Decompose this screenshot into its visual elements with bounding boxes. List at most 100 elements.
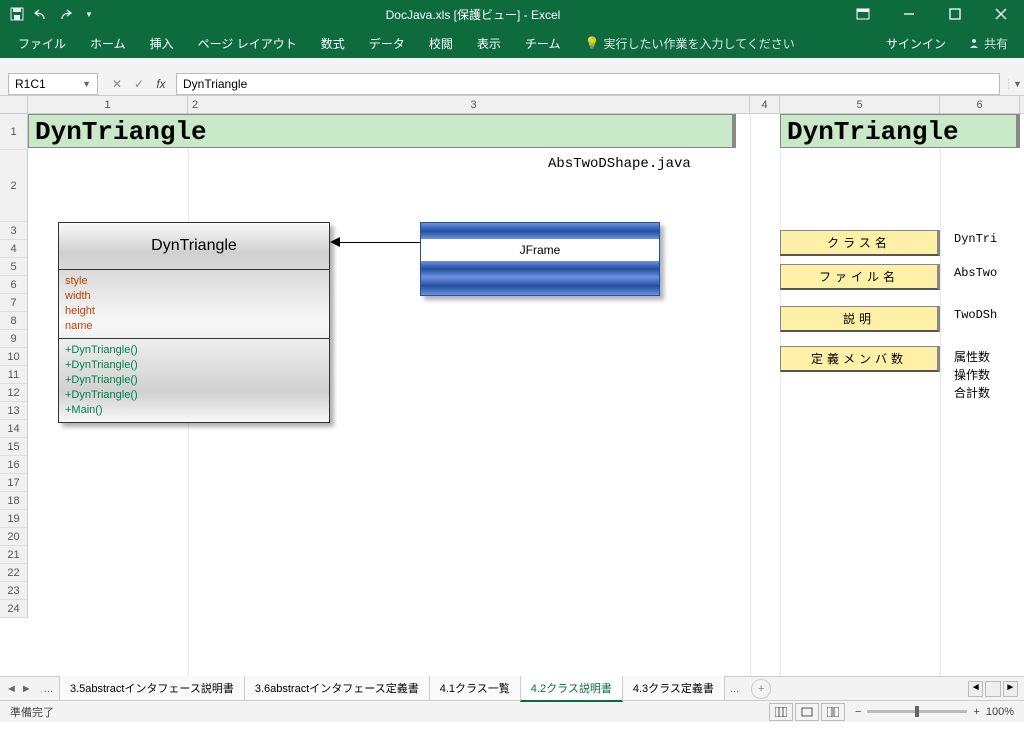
cell-header-main[interactable]: DynTriangle — [28, 114, 736, 148]
row-header[interactable]: 16 — [0, 456, 28, 474]
uml-op: +DynTriangle() — [65, 388, 323, 403]
cell-value: TwoDSh — [954, 308, 997, 322]
sheet-tab-active[interactable]: 4.2クラス説明書 — [520, 676, 623, 702]
uml-attr: height — [65, 304, 323, 319]
select-all-corner[interactable] — [0, 96, 28, 113]
tab-nav-next-icon[interactable]: ► — [21, 683, 32, 695]
formula-value: DynTriangle — [183, 77, 247, 91]
view-pagelayout-icon[interactable] — [795, 703, 819, 721]
save-icon[interactable] — [8, 5, 26, 23]
col-header[interactable]: 1 — [28, 96, 188, 113]
cancel-icon[interactable]: ✕ — [108, 77, 126, 91]
tab-overflow-right[interactable]: ... — [724, 683, 745, 695]
fx-icon[interactable]: fx — [152, 77, 170, 91]
hscroll-track[interactable] — [985, 681, 1000, 697]
tab-pagelayout[interactable]: ページ レイアウト — [186, 28, 309, 58]
zoom-slider[interactable] — [867, 710, 967, 713]
tab-team[interactable]: チーム — [513, 28, 573, 58]
tab-formulas[interactable]: 数式 — [309, 28, 357, 58]
row-header[interactable]: 7 — [0, 294, 28, 312]
row-header[interactable]: 8 — [0, 312, 28, 330]
ribbon-display-icon[interactable] — [840, 0, 886, 28]
tab-file[interactable]: ファイル — [6, 28, 78, 58]
col-header: 2 3 — [188, 96, 750, 113]
zoom-in-button[interactable]: + — [973, 706, 979, 718]
hscroll-right-icon[interactable]: ► — [1003, 681, 1018, 697]
row-header[interactable]: 5 — [0, 258, 28, 276]
undo-icon[interactable] — [32, 5, 50, 23]
row-headers: 1 2 3 4 5 6 7 8 9 10 11 12 13 14 15 16 1… — [0, 114, 28, 618]
name-box[interactable]: R1C1 ▼ — [8, 73, 98, 95]
share-icon — [968, 37, 980, 49]
redo-icon[interactable] — [56, 5, 74, 23]
row-header[interactable]: 24 — [0, 600, 28, 618]
tab-overflow-left[interactable]: ... — [38, 683, 59, 695]
tellme[interactable]: 💡 実行したい作業を入力してください — [572, 28, 806, 58]
spreadsheet-grid[interactable]: 1 2 3 4 5 6 1 2 3 4 5 6 7 8 9 10 11 12 1… — [0, 96, 1024, 676]
uml-class-box[interactable]: DynTriangle style width height name +Dyn… — [58, 222, 330, 423]
minimize-icon[interactable] — [886, 0, 932, 28]
uml-attr: name — [65, 319, 323, 334]
label-members[interactable]: 定義メンバ数 — [780, 346, 940, 372]
row-header[interactable]: 20 — [0, 528, 28, 546]
uml-operations: +DynTriangle() +DynTriangle() +DynTriang… — [59, 339, 329, 422]
tab-nav-prev-icon[interactable]: ◄ — [6, 683, 17, 695]
col-header[interactable]: 4 — [750, 96, 780, 113]
tab-insert[interactable]: 挿入 — [138, 28, 186, 58]
uml-attributes: style width height name — [59, 270, 329, 339]
chevron-down-icon[interactable]: ▼ — [82, 79, 91, 89]
jframe-box[interactable]: JFrame — [420, 222, 660, 296]
cell-value: 合計数 — [954, 384, 990, 401]
col-header[interactable]: 6 — [940, 96, 1020, 113]
title-bar: ▼ DocJava.xls [保護ビュー] - Excel — [0, 0, 1024, 28]
cell-header-side[interactable]: DynTriangle — [780, 114, 1020, 148]
new-sheet-button[interactable]: + — [751, 679, 771, 699]
row-header[interactable]: 22 — [0, 564, 28, 582]
view-pagebreak-icon[interactable] — [821, 703, 845, 721]
maximize-icon[interactable] — [932, 0, 978, 28]
row-header[interactable]: 6 — [0, 276, 28, 294]
label-classname[interactable]: クラス名 — [780, 230, 940, 256]
sheet-tab[interactable]: 3.5abstractインタフェース説明書 — [59, 676, 245, 701]
formula-expand-icon[interactable]: ▼ — [1008, 79, 1024, 89]
tab-review[interactable]: 校閲 — [417, 28, 465, 58]
row-header[interactable]: 9 — [0, 330, 28, 348]
sheet-tab[interactable]: 3.6abstractインタフェース定義書 — [244, 676, 430, 701]
row-header[interactable]: 18 — [0, 492, 28, 510]
zoom-level[interactable]: 100% — [986, 706, 1014, 718]
uml-attr: width — [65, 289, 323, 304]
row-header[interactable]: 12 — [0, 384, 28, 402]
row-header[interactable]: 23 — [0, 582, 28, 600]
formula-input[interactable]: DynTriangle — [176, 73, 1000, 95]
row-header[interactable]: 1 — [0, 114, 28, 150]
zoom-out-button[interactable]: − — [855, 706, 861, 718]
row-header[interactable]: 3 — [0, 222, 28, 240]
view-normal-icon[interactable] — [769, 703, 793, 721]
sheet-tab[interactable]: 4.3クラス定義書 — [622, 676, 725, 701]
row-header[interactable]: 2 — [0, 150, 28, 222]
row-header[interactable]: 11 — [0, 366, 28, 384]
enter-icon[interactable]: ✓ — [130, 77, 148, 91]
label-filename[interactable]: ファイル名 — [780, 264, 940, 290]
hscroll-left-icon[interactable]: ◄ — [968, 681, 983, 697]
window-title: DocJava.xls [保護ビュー] - Excel — [106, 6, 840, 23]
tab-data[interactable]: データ — [357, 28, 417, 58]
row-header[interactable]: 10 — [0, 348, 28, 366]
row-header[interactable]: 19 — [0, 510, 28, 528]
tab-home[interactable]: ホーム — [78, 28, 138, 58]
row-header[interactable]: 14 — [0, 420, 28, 438]
row-header[interactable]: 4 — [0, 240, 28, 258]
col-header[interactable]: 5 — [780, 96, 940, 113]
label-desc[interactable]: 説明 — [780, 306, 940, 332]
row-header[interactable]: 15 — [0, 438, 28, 456]
qat-dropdown-icon[interactable]: ▼ — [80, 5, 98, 23]
sheet-tab[interactable]: 4.1クラス一覧 — [429, 676, 521, 701]
row-header[interactable]: 21 — [0, 546, 28, 564]
tab-view[interactable]: 表示 — [465, 28, 513, 58]
uml-op: +DynTriangle() — [65, 343, 323, 358]
share-button[interactable]: 共有 — [958, 35, 1018, 52]
signin-link[interactable]: サインイン — [874, 28, 958, 58]
row-header[interactable]: 17 — [0, 474, 28, 492]
row-header[interactable]: 13 — [0, 402, 28, 420]
close-icon[interactable] — [978, 0, 1024, 28]
